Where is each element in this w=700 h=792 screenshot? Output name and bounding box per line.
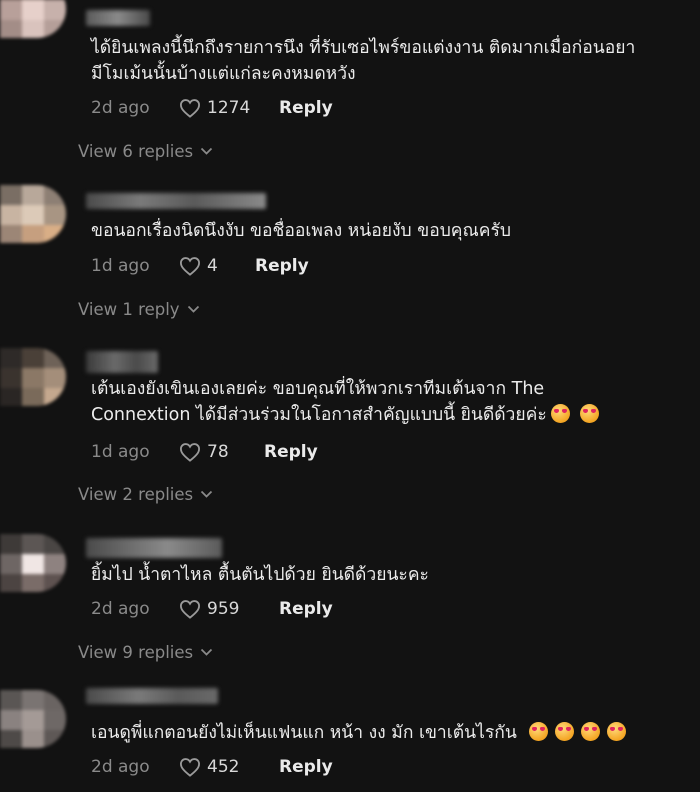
comment-text-body: เอนดูพี่แกตอนยังไม่เห็นแฟนแก หน้า งง มัก… (91, 723, 517, 743)
avatar[interactable] (0, 690, 66, 748)
like-count: 78 (207, 442, 229, 462)
view-replies-label: View 2 replies (78, 485, 194, 504)
view-replies-button[interactable]: View 9 replies (78, 643, 213, 662)
comment-meta: 2d ago 1274 Reply (91, 96, 333, 120)
heart-eyes-emoji-icon (579, 404, 599, 423)
reply-button[interactable]: Reply (255, 256, 309, 276)
heart-outline-icon (179, 758, 201, 777)
heart-outline-icon (179, 600, 201, 619)
heart-eyes-emoji-icon (550, 404, 570, 423)
comment-time: 1d ago (91, 442, 150, 462)
comment-text: เอนดูพี่แกตอนยังไม่เห็นแฟนแก หน้า งง มัก… (91, 720, 691, 746)
like-button[interactable]: 78 (179, 442, 264, 462)
heart-outline-icon (179, 257, 201, 276)
view-replies-label: View 6 replies (78, 142, 194, 161)
reply-button[interactable]: Reply (279, 599, 333, 619)
like-button[interactable]: 1274 (179, 98, 279, 118)
avatar[interactable] (0, 0, 66, 38)
chevron-down-icon (187, 305, 199, 313)
comment-text: ขอนอกเรื่องนิดนึงงับ ขอชื่ออเพลง หน่อยงั… (91, 221, 511, 241)
like-count: 959 (207, 599, 240, 619)
like-count: 4 (207, 256, 218, 276)
like-button[interactable]: 959 (179, 599, 279, 619)
like-count: 1274 (207, 98, 251, 118)
chevron-down-icon (200, 147, 213, 155)
username[interactable] (86, 538, 222, 558)
view-replies-label: View 9 replies (78, 643, 194, 662)
chevron-down-icon (200, 490, 213, 498)
comment-meta: 1d ago 78 Reply (91, 440, 318, 464)
heart-outline-icon (179, 99, 201, 118)
heart-eyes-emoji-icon (554, 722, 574, 741)
comment-text: เต้นเองยังเขินเองเลยค่ะ ขอบคุณที่ให้พวกเ… (91, 376, 691, 428)
avatar[interactable] (0, 534, 66, 592)
heart-outline-icon (179, 443, 201, 462)
avatar[interactable] (0, 348, 66, 406)
comment-feed: ได้ยินเพลงนี้นึกถึงรายการนึง ที่รับเซอไพ… (0, 0, 700, 792)
heart-eyes-emoji-icon (580, 722, 600, 741)
like-button[interactable]: 4 (179, 256, 255, 276)
chevron-down-icon (200, 648, 213, 656)
comment-text: ได้ยินเพลงนี้นึกถึงรายการนึง ที่รับเซอไพ… (91, 38, 636, 84)
like-count: 452 (207, 757, 240, 777)
comment-meta: 2d ago 452 Reply (91, 755, 333, 779)
reply-button[interactable]: Reply (279, 98, 333, 118)
comment-meta: 2d ago 959 Reply (91, 597, 333, 621)
comment-text-body: เต้นเองยังเขินเองเลยค่ะ ขอบคุณที่ให้พวกเ… (91, 379, 547, 425)
avatar[interactable] (0, 185, 66, 243)
heart-eyes-emoji-icon (606, 722, 626, 741)
comment-time: 2d ago (91, 98, 150, 118)
view-replies-button[interactable]: View 2 replies (78, 485, 213, 504)
view-replies-button[interactable]: View 1 reply (78, 300, 200, 319)
comment-time: 2d ago (91, 757, 150, 777)
heart-eyes-emoji-icon (528, 722, 548, 741)
like-button[interactable]: 452 (179, 757, 279, 777)
username[interactable] (86, 351, 158, 373)
comment-meta: 1d ago 4 Reply (91, 254, 309, 278)
username[interactable] (86, 10, 150, 26)
comment-time: 1d ago (91, 256, 150, 276)
comment-text: ยิ้มไป น้ำตาไหล ตื้นตันไปด้วย ยินดีด้วยน… (91, 565, 429, 585)
reply-button[interactable]: Reply (279, 757, 333, 777)
view-replies-label: View 1 reply (78, 300, 180, 319)
username[interactable] (86, 193, 266, 209)
username[interactable] (86, 688, 218, 704)
comment-time: 2d ago (91, 599, 150, 619)
view-replies-button[interactable]: View 6 replies (78, 142, 213, 161)
reply-button[interactable]: Reply (264, 442, 318, 462)
